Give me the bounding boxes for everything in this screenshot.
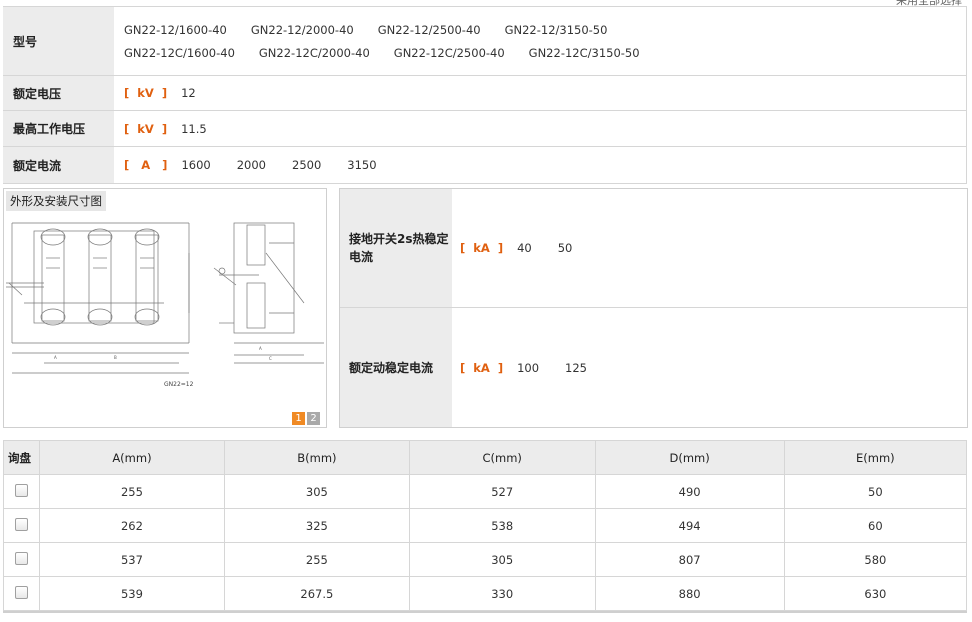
rated-voltage-label: 额定电压: [3, 76, 114, 110]
cell-b: 325: [223, 508, 410, 543]
value: 125: [565, 360, 587, 375]
cell-c: 305: [408, 542, 596, 577]
cell-a: 262: [39, 508, 225, 543]
table-row: 255 305 527 490 50: [3, 474, 968, 509]
cell-d: 807: [594, 542, 785, 577]
table-row: 539 267.5 330 880 630: [3, 576, 968, 611]
cell-d: 494: [594, 508, 785, 543]
unit-label: [ kV ]: [124, 121, 168, 136]
model-item[interactable]: GN22-12C/2500-40: [394, 46, 505, 60]
model-label: 型号: [3, 7, 114, 75]
drawing-caption: 外形及安装尺寸图: [6, 191, 106, 211]
cell-e: 630: [783, 576, 968, 611]
spec-table: 型号 GN22-12/1600-40 GN22-12/2000-40 GN22-…: [3, 6, 967, 184]
unit-label: [ kA ]: [460, 241, 504, 255]
cell-c: 330: [408, 576, 596, 611]
dimension-table: 询盘 A(mm) B(mm) C(mm) D(mm) E(mm) 255 305…: [3, 440, 968, 611]
value: 100: [517, 360, 540, 375]
value: 11.5: [181, 121, 207, 136]
svg-text:C: C: [269, 356, 272, 361]
spec-row-rated-voltage: 额定电压 [ kV ] 12: [3, 76, 967, 111]
col-header-d: D(mm): [594, 440, 785, 475]
cell-e: 60: [783, 508, 968, 543]
model-list: GN22-12/1600-40 GN22-12/2000-40 GN22-12/…: [124, 23, 764, 60]
value: 12: [181, 86, 196, 100]
current-params-panel: 接地开关2s热稳定电流 [ kA ] 40 50 额定动稳定电流 [ kA ] …: [339, 188, 968, 428]
model-item[interactable]: GN22-12/2000-40: [251, 23, 354, 37]
row-checkbox[interactable]: [15, 551, 28, 565]
unit-label: [ A ]: [124, 158, 168, 172]
dynamic-current-label: 额定动稳定电流: [340, 308, 452, 427]
rated-current-label: 额定电流: [3, 147, 114, 183]
cell-d: 490: [594, 474, 785, 509]
cell-b: 267.5: [223, 576, 410, 611]
col-header-inquiry: 询盘: [3, 440, 40, 475]
model-item[interactable]: GN22-12C/3150-50: [529, 46, 640, 60]
unit-label: [ kA ]: [460, 360, 504, 375]
table-header-row: 询盘 A(mm) B(mm) C(mm) D(mm) E(mm): [3, 440, 968, 475]
row-checkbox[interactable]: [15, 483, 28, 497]
spec-row-max-voltage: 最高工作电压 [ kV ] 11.5: [3, 111, 967, 147]
value: 2500: [292, 158, 322, 172]
value: 40: [517, 241, 532, 255]
cell-a: 537: [39, 542, 225, 577]
row-checkbox[interactable]: [15, 585, 28, 599]
param-row-dynamic: 额定动稳定电流 [ kA ] 100 125: [340, 307, 967, 427]
thermal-current-label: 接地开关2s热稳定电流: [340, 189, 452, 307]
model-item[interactable]: GN22-12/1600-40: [124, 23, 227, 37]
table-row: 537 255 305 807 580: [3, 542, 968, 577]
value: 2000: [236, 158, 266, 172]
dimension-drawing-panel: 外形及安装尺寸图 A B A C GN22=12 1 2: [3, 188, 327, 428]
cell-b: 305: [223, 474, 410, 509]
cell-a: 539: [39, 576, 225, 611]
cell-d: 880: [594, 576, 785, 611]
page-1-button[interactable]: 1: [292, 412, 305, 425]
model-item[interactable]: GN22-12C/1600-40: [124, 46, 235, 60]
spec-row-rated-current: 额定电流 [ A ] 1600 2000 2500 3150: [3, 147, 967, 184]
model-item[interactable]: GN22-12C/2000-40: [259, 46, 370, 60]
cell-c: 527: [408, 474, 596, 509]
col-header-e: E(mm): [783, 440, 968, 475]
cell-e: 50: [783, 474, 968, 509]
drawing-label: GN22=12: [164, 381, 194, 388]
unit-label: [ kV ]: [124, 86, 168, 100]
spec-row-model: 型号 GN22-12/1600-40 GN22-12/2000-40 GN22-…: [3, 7, 967, 76]
param-row-thermal: 接地开关2s热稳定电流 [ kA ] 40 50: [340, 189, 967, 307]
image-pager: 1 2: [292, 412, 320, 425]
svg-text:A: A: [259, 346, 262, 351]
divider: [3, 611, 967, 613]
model-item[interactable]: GN22-12/3150-50: [505, 23, 608, 37]
dimension-drawing[interactable]: A B A C GN22=12: [4, 213, 324, 403]
col-header-c: C(mm): [408, 440, 596, 475]
cell-e: 580: [783, 542, 968, 577]
page-2-button[interactable]: 2: [307, 412, 320, 425]
col-header-a: A(mm): [39, 440, 225, 475]
row-checkbox[interactable]: [15, 517, 28, 531]
model-item[interactable]: GN22-12/2500-40: [378, 23, 481, 37]
cell-c: 538: [408, 508, 596, 543]
cell-b: 255: [223, 542, 410, 577]
col-header-b: B(mm): [223, 440, 410, 475]
svg-text:A: A: [54, 355, 57, 360]
value: 3150: [347, 158, 377, 172]
value: 1600: [181, 158, 211, 172]
table-row: 262 325 538 494 60: [3, 508, 968, 543]
svg-text:B: B: [114, 355, 117, 360]
cell-a: 255: [39, 474, 225, 509]
value: 50: [557, 241, 573, 255]
max-voltage-label: 最高工作电压: [3, 111, 114, 146]
